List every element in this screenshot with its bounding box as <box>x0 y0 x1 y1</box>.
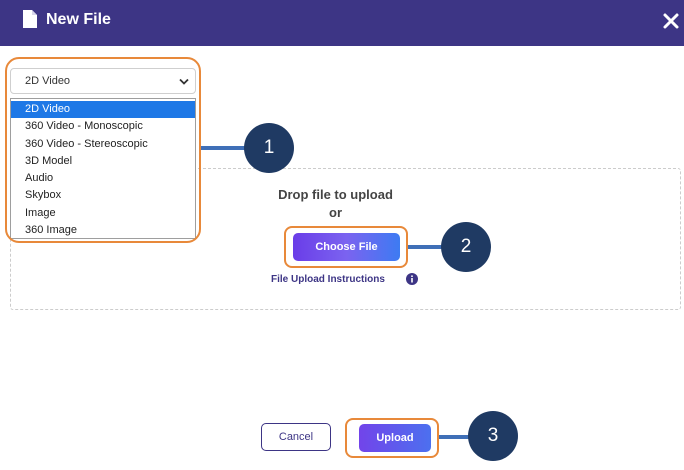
dialog-title: New File <box>46 11 111 28</box>
document-icon <box>23 10 37 28</box>
file-upload-instructions-link[interactable]: File Upload Instructions <box>271 274 385 285</box>
step-badge-1: 1 <box>244 123 294 173</box>
cancel-button[interactable]: Cancel <box>261 423 331 451</box>
file-type-option[interactable]: Image <box>11 205 195 222</box>
step-badge-2: 2 <box>441 222 491 272</box>
file-type-option[interactable]: 360 Video - Stereoscopic <box>11 136 195 153</box>
file-type-option[interactable]: 3D Model <box>11 153 195 170</box>
dialog-header: New File <box>0 0 684 46</box>
connector-line-3 <box>439 435 471 439</box>
step-badge-3: 3 <box>468 411 518 461</box>
upload-button[interactable]: Upload <box>359 424 431 452</box>
file-type-dropdown-list: 2D Video 360 Video - Monoscopic 360 Vide… <box>10 98 196 239</box>
file-type-option[interactable]: Skybox <box>11 187 195 204</box>
close-icon[interactable] <box>662 12 680 30</box>
file-type-option[interactable]: 2D Video <box>11 101 195 119</box>
choose-file-button[interactable]: Choose File <box>293 233 400 261</box>
file-type-option[interactable]: 360 Video - Monoscopic <box>11 118 195 135</box>
chevron-down-icon <box>179 78 189 85</box>
file-type-option[interactable]: 360 Image <box>11 222 195 239</box>
info-icon[interactable] <box>406 273 418 285</box>
connector-line-1 <box>201 146 249 150</box>
file-type-select[interactable]: 2D Video <box>10 68 196 94</box>
file-type-selected-value: 2D Video <box>25 75 71 87</box>
file-type-option[interactable]: Audio <box>11 170 195 187</box>
